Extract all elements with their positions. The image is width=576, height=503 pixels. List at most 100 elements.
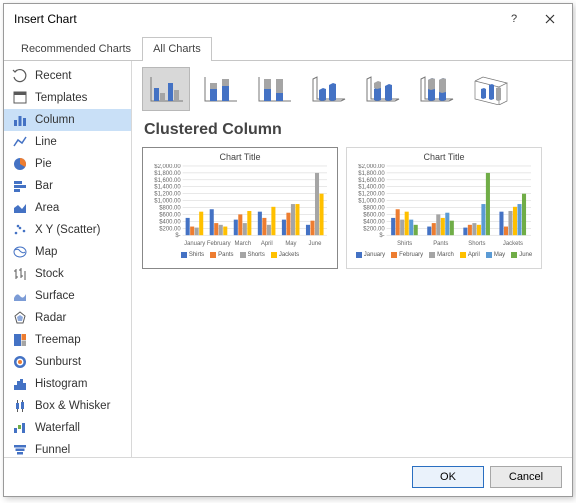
subtype-3d-clustered[interactable] — [304, 67, 352, 111]
map-icon — [12, 244, 28, 260]
sidebar-item-line[interactable]: Line — [4, 131, 131, 153]
sunburst-icon — [12, 354, 28, 370]
column-icon — [12, 112, 28, 128]
surface-icon — [12, 288, 28, 304]
scatter-icon — [12, 222, 28, 238]
sidebar-item-histogram[interactable]: Histogram — [4, 373, 131, 395]
svg-text:January: January — [184, 241, 205, 247]
svg-text:April: April — [261, 241, 273, 247]
stock-icon — [12, 266, 28, 282]
preview-legend-2: JanuaryFebruaryMarchAprilMayJune — [353, 252, 535, 258]
3d-column-icon — [471, 73, 509, 105]
subtype-3d-stacked[interactable] — [358, 67, 406, 111]
sidebar-item-label: Bar — [35, 180, 53, 192]
sidebar-item-label: Pie — [35, 158, 52, 170]
sidebar-item-label: Area — [35, 202, 59, 214]
histogram-icon — [12, 376, 28, 392]
preview-by-month[interactable]: Chart Title $-$200.00$400.00$600.00$800.… — [142, 147, 338, 269]
titlebar: Insert Chart ? — [4, 4, 572, 34]
svg-text:March: March — [235, 241, 251, 247]
bar-icon — [12, 178, 28, 194]
svg-text:$200.00: $200.00 — [159, 226, 181, 232]
sidebar-item-funnel[interactable]: Funnel — [4, 439, 131, 457]
svg-text:Shirts: Shirts — [397, 241, 412, 247]
subtype-3d-100-stacked[interactable] — [412, 67, 460, 111]
sidebar-item-map[interactable]: Map — [4, 241, 131, 263]
sidebar-item-waterfall[interactable]: Waterfall — [4, 417, 131, 439]
sidebar-item-column[interactable]: Column — [4, 109, 131, 131]
svg-text:$1,800.00: $1,800.00 — [358, 171, 385, 177]
svg-text:Jackets: Jackets — [503, 241, 523, 247]
sidebar-item-area[interactable]: Area — [4, 197, 131, 219]
dialog-title: Insert Chart — [14, 12, 496, 26]
svg-text:February: February — [207, 241, 231, 247]
sidebar-item-box-whisker[interactable]: Box & Whisker — [4, 395, 131, 417]
sidebar-item-pie[interactable]: Pie — [4, 153, 131, 175]
preview-chart-1: $-$200.00$400.00$600.00$800.00$1,000.00$… — [149, 164, 331, 247]
close-icon — [545, 14, 555, 24]
sidebar-item-recent[interactable]: Recent — [4, 65, 131, 87]
sidebar-item-label: Box & Whisker — [35, 400, 110, 412]
svg-text:May: May — [285, 241, 296, 247]
sidebar-item-bar[interactable]: Bar — [4, 175, 131, 197]
subtype-stacked-column[interactable] — [196, 67, 244, 111]
tab-strip: Recommended Charts All Charts — [4, 36, 572, 61]
svg-text:$1,400.00: $1,400.00 — [358, 185, 385, 191]
box-whisker-icon — [12, 398, 28, 414]
subtype-100-stacked-column[interactable] — [250, 67, 298, 111]
svg-text:$200.00: $200.00 — [363, 226, 385, 232]
area-icon — [12, 200, 28, 216]
sidebar-item-surface[interactable]: Surface — [4, 285, 131, 307]
subtype-row — [142, 67, 562, 111]
insert-chart-dialog: Insert Chart ? Recommended Charts All Ch… — [3, 3, 573, 497]
pie-icon — [12, 156, 28, 172]
subtype-clustered-column[interactable] — [142, 67, 190, 111]
svg-text:$1,800.00: $1,800.00 — [154, 171, 181, 177]
dialog-footer: OK Cancel — [4, 457, 572, 496]
sidebar-item-label: Funnel — [35, 444, 70, 456]
close-button[interactable] — [532, 6, 568, 32]
preview-by-product[interactable]: Chart Title $-$200.00$400.00$600.00$800.… — [346, 147, 542, 269]
sidebar-item-label: Sunburst — [35, 356, 81, 368]
main-panel: Clustered Column Chart Title $-$200.00$4… — [132, 61, 572, 457]
sidebar-item-label: Templates — [35, 92, 87, 104]
subtype-3d-column[interactable] — [466, 67, 514, 111]
ok-button[interactable]: OK — [412, 466, 484, 488]
preview-title: Chart Title — [149, 152, 331, 162]
cancel-button[interactable]: Cancel — [490, 466, 562, 488]
tab-recommended[interactable]: Recommended Charts — [10, 37, 142, 61]
sidebar-item-label: Map — [35, 246, 57, 258]
svg-text:$400.00: $400.00 — [159, 219, 181, 225]
svg-text:$-: $- — [379, 233, 384, 239]
waterfall-icon — [12, 420, 28, 436]
svg-text:$800.00: $800.00 — [159, 205, 181, 211]
sidebar-item-label: Column — [35, 114, 75, 126]
tab-all-charts[interactable]: All Charts — [142, 37, 212, 61]
preview-title: Chart Title — [353, 152, 535, 162]
svg-text:$2,000.00: $2,000.00 — [358, 164, 385, 170]
svg-text:June: June — [309, 241, 323, 247]
chart-subtype-name: Clustered Column — [144, 121, 562, 139]
sidebar-item-sunburst[interactable]: Sunburst — [4, 351, 131, 373]
svg-text:Shorts: Shorts — [468, 241, 485, 247]
sidebar-item-radar[interactable]: Radar — [4, 307, 131, 329]
svg-text:$-: $- — [175, 233, 180, 239]
help-button[interactable]: ? — [496, 6, 532, 32]
svg-text:$2,000.00: $2,000.00 — [154, 164, 181, 170]
svg-text:$1,400.00: $1,400.00 — [154, 185, 181, 191]
recent-icon — [12, 68, 28, 84]
svg-text:$1,200.00: $1,200.00 — [358, 192, 385, 198]
svg-text:$1,000.00: $1,000.00 — [358, 199, 385, 205]
svg-text:$400.00: $400.00 — [363, 219, 385, 225]
svg-text:$1,000.00: $1,000.00 — [154, 199, 181, 205]
sidebar-item-treemap[interactable]: Treemap — [4, 329, 131, 351]
preview-legend-1: ShirtsPantsShortsJackets — [149, 252, 331, 258]
clustered-column-icon — [147, 73, 185, 105]
sidebar-item-stock[interactable]: Stock — [4, 263, 131, 285]
sidebar-item-templates[interactable]: Templates — [4, 87, 131, 109]
sidebar-item-label: Surface — [35, 290, 75, 302]
svg-text:$1,600.00: $1,600.00 — [358, 178, 385, 184]
sidebar-item-xy-scatter[interactable]: X Y (Scatter) — [4, 219, 131, 241]
svg-text:$1,600.00: $1,600.00 — [154, 178, 181, 184]
sidebar-item-label: Stock — [35, 268, 64, 280]
